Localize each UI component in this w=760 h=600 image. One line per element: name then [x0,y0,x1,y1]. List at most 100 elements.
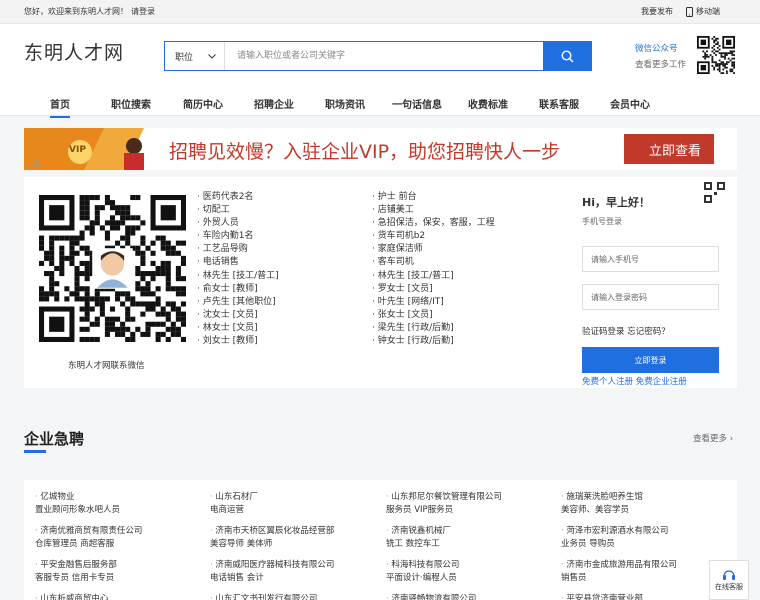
personal-register-link[interactable]: 免费个人注册 [582,377,633,387]
job-link[interactable]: · 护士 前台 [372,191,495,204]
site-logo[interactable]: 东明人才网 [24,38,124,65]
job-link[interactable]: · 梁先生 [行政/后勤] [372,322,495,335]
nav-item-4[interactable]: 职场资讯 [325,96,365,111]
company-name[interactable]: 山东析威商贸中心 [35,593,108,600]
company-name[interactable]: 济南锐鑫机械厂 [386,525,451,538]
job-link[interactable]: · 卢先生 [其他职位] [197,296,279,309]
code-login-link[interactable]: 验证码登录 [582,327,625,337]
job-link[interactable]: · 罗女士 [文员] [372,283,495,296]
job-link[interactable]: · 林女士 [文员] [197,322,279,335]
job-card[interactable]: 济南优雅商贸有限责任公司仓库管理员 商超客服 [35,525,142,551]
nav-item-8[interactable]: 会员中心 [610,96,650,111]
search-button[interactable] [543,42,591,70]
job-positions[interactable]: 客服专员 信用卡专员 [35,572,117,585]
nav-item-3[interactable]: 招聘企业 [254,96,294,111]
job-positions[interactable]: 美容导师 美体师 [210,538,334,551]
company-name[interactable]: 济南驿畅物流有限公司 [386,593,476,600]
job-card[interactable]: 济南锐鑫机械厂铣工 数控车工 [386,525,451,551]
section-more-link[interactable]: 查看更多 › [693,432,733,444]
job-link[interactable]: · 店铺美工 [372,204,495,217]
company-name[interactable]: 亿城物业 [35,491,120,504]
company-name[interactable]: 平安金融售后服务部 [35,559,117,572]
job-card[interactable]: 济南威阳医疗器械科技有限公司电话销售 会计 [210,559,334,585]
company-name[interactable]: 科海科技有限公司 [386,559,459,572]
job-link[interactable]: · 林先生 [技工/普工] [372,270,495,283]
online-service-button[interactable]: 在线客服 [709,560,749,600]
job-link[interactable]: · 叶先生 [网络/IT] [372,296,495,309]
job-positions[interactable]: 美容师、美容学员 [561,504,643,517]
job-positions[interactable]: 铣工 数控车工 [386,538,451,551]
company-name[interactable]: 济南优雅商贸有限责任公司 [35,525,142,538]
job-link[interactable]: · 张女士 [文员] [372,309,495,322]
company-name[interactable]: 菏泽市宏利源酒水有限公司 [561,525,668,538]
job-card[interactable]: 菏泽市宏利源酒水有限公司业务员 导购员 [561,525,668,551]
qr-login-icon[interactable] [704,182,725,203]
job-card[interactable]: 山东石材厂电商运营 [210,491,258,517]
company-name[interactable]: 山东汇文书刊发行有限公司 [210,593,317,600]
job-card[interactable]: 济南市天桥区翼辰化妆品经营部美容导师 美体师 [210,525,334,551]
job-link[interactable]: · 家庭保洁师 [372,243,495,256]
job-link[interactable]: · 钟女士 [行政/后勤] [372,335,495,348]
search-input[interactable] [225,42,543,70]
company-name[interactable]: 山东邦尼尔餐饮管理有限公司 [386,491,502,504]
job-positions[interactable]: 电商运营 [210,504,258,517]
wechat-link[interactable]: 微信公众号 [635,42,678,54]
job-link[interactable]: · 林先生 [技工/普工] [197,270,279,283]
nav-item-7[interactable]: 联系客服 [539,96,579,111]
job-card[interactable]: 山东汇文书刊发行有限公司 [210,593,317,600]
job-link[interactable]: · 车险内勤1名 [197,230,279,243]
company-name[interactable]: 施瑞莱洗脸吧养生馆 [561,491,643,504]
more-work-link[interactable]: 查看更多工作 [635,58,686,70]
job-link[interactable]: · 电话销售 [197,256,279,269]
chevron-down-icon [208,53,216,59]
job-link[interactable]: · 俞女士 [教师] [197,283,279,296]
job-link[interactable]: · 工艺品导购 [197,243,279,256]
job-positions[interactable]: 置业顾问形象水吧人员 [35,504,120,517]
company-name[interactable]: 山东石材厂 [210,491,258,504]
mobile-link[interactable]: 移动端 [686,6,720,17]
company-name[interactable]: 济南市天桥区翼辰化妆品经营部 [210,525,334,538]
company-name[interactable]: 济南威阳医疗器械科技有限公司 [210,559,334,572]
job-positions[interactable]: 仓库管理员 商超客服 [35,538,142,551]
login-box: Hi，早上好！ 手机号登录 验证码登录 忘记密码？ 立即登录 免费个人注册 免费… [582,177,737,388]
company-register-link[interactable]: 免费企业注册 [636,377,687,387]
login-link[interactable]: 请登录 [131,6,155,17]
search-type-select[interactable]: 职位 [165,42,225,70]
job-card[interactable]: 山东析威商贸中心 [35,593,108,600]
job-card[interactable]: 山东邦尼尔餐饮管理有限公司服务员 VIP服务员 [386,491,502,517]
job-card[interactable]: 施瑞莱洗脸吧养生馆美容师、美容学员 [561,491,643,517]
nav-item-1[interactable]: 职位搜索 [111,96,151,111]
banner-button[interactable]: 立即查看 [636,140,714,159]
post-link[interactable]: 我要发布 [641,6,673,17]
job-card[interactable]: 济南市金成旅游用品有限公司销售员 [561,559,677,585]
job-link[interactable]: · 货车司机b2 [372,230,495,243]
job-link[interactable]: · 沈女士 [文员] [197,309,279,322]
job-positions[interactable]: 销售员 [561,572,677,585]
job-positions[interactable]: 平面设计·编程人员 [386,572,459,585]
company-name[interactable]: 平安县贷济南营业部 [561,593,643,600]
job-link[interactable]: · 急招保洁，保安，客服，工程 [372,217,495,230]
forgot-password-link[interactable]: 忘记密码？ [627,327,670,337]
login-submit-button[interactable]: 立即登录 [582,347,719,373]
job-card[interactable]: 科海科技有限公司平面设计·编程人员 [386,559,459,585]
job-link[interactable]: · 外贸人员 [197,217,279,230]
job-link[interactable]: · 刘女士 [教师] [197,335,279,348]
job-positions[interactable]: 服务员 VIP服务员 [386,504,502,517]
job-link[interactable]: · 客车司机 [372,256,495,269]
job-card[interactable]: 亿城物业置业顾问形象水吧人员 [35,491,120,517]
job-positions[interactable]: 业务员 导购员 [561,538,668,551]
job-link[interactable]: · 医药代表2名 [197,191,279,204]
job-card[interactable]: 平安县贷济南营业部 [561,593,643,600]
job-card[interactable]: 平安金融售后服务部客服专员 信用卡专员 [35,559,117,585]
nav-item-0[interactable]: 首页 [50,96,70,118]
job-card[interactable]: 济南驿畅物流有限公司 [386,593,476,600]
promo-banner[interactable]: VIP 招聘见效慢？入驻企业VIP，助您招聘快人一步 立即查看 广告 [24,128,737,170]
password-input[interactable] [582,284,719,310]
job-positions[interactable]: 电话销售 会计 [210,572,334,585]
company-name[interactable]: 济南市金成旅游用品有限公司 [561,559,677,572]
phone-input[interactable] [582,246,719,272]
nav-item-5[interactable]: 一句话信息 [392,96,442,111]
job-link[interactable]: · 切配工 [197,204,279,217]
nav-item-2[interactable]: 简历中心 [183,96,223,111]
nav-item-6[interactable]: 收费标准 [468,96,508,111]
